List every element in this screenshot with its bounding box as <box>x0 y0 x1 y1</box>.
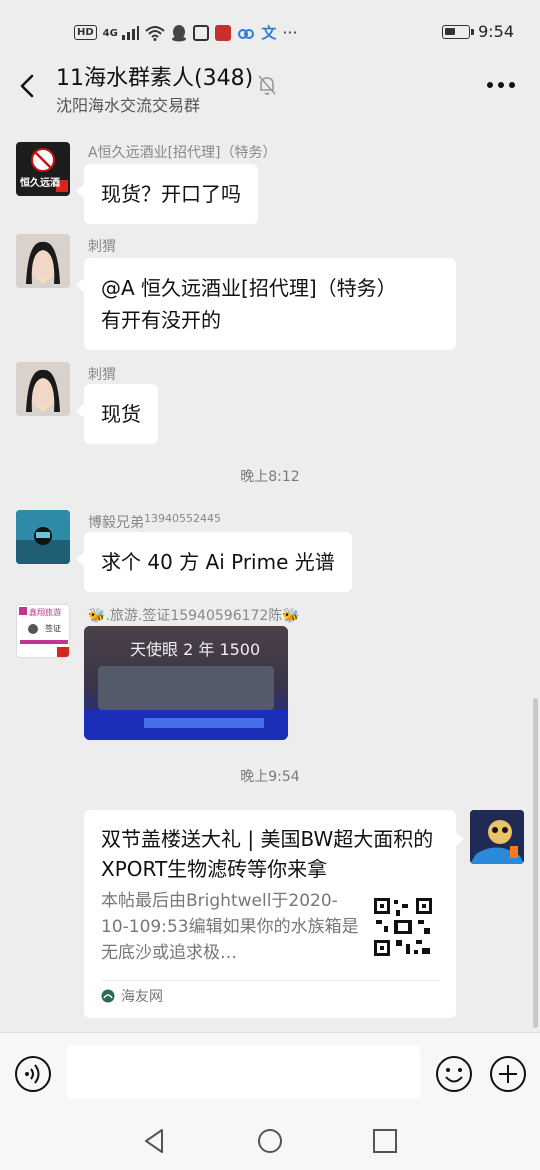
network-type: 4G <box>102 27 118 39</box>
message-line: @A 恒久远酒业[招代理]（特务） <box>101 276 397 300</box>
chat-header: 11海水群素人(348) 沈阳海水交流交易群 <box>0 58 540 118</box>
bee-icon: 🐝 <box>282 608 300 624</box>
qq-icon <box>172 24 187 41</box>
plus-icon[interactable] <box>489 1055 527 1093</box>
sender-name: A恒久远酒业[招代理]（特务） <box>88 145 277 161</box>
message-bubble[interactable]: 现货？开口了吗 <box>76 164 258 224</box>
avatar[interactable] <box>16 510 70 564</box>
message-bubble[interactable]: 求个 40 方 Ai Prime 光谱 <box>76 532 352 592</box>
chat-scrollbar[interactable] <box>533 698 538 1028</box>
sender-name: 刺猬 <box>88 239 116 255</box>
avatar-text: 恒久远酒 <box>20 178 60 189</box>
mute-bell-icon <box>258 75 276 95</box>
message-line: 有开有没开的 <box>101 308 221 332</box>
signal-icon: 4G <box>102 25 140 40</box>
sender-name: 博毅兄弟13940552445 <box>88 512 221 532</box>
nav-home-icon[interactable] <box>255 1126 285 1156</box>
cloud-sync-icon <box>238 28 255 39</box>
card-source: 海友网 <box>101 986 163 1006</box>
input-bar <box>0 1032 540 1114</box>
timestamp: 晚上8:12 <box>240 469 300 485</box>
clock: 9:54 <box>478 22 514 41</box>
image-caption: 天使眼 2 年 1500 <box>130 640 261 659</box>
chat-title: 11海水群素人(348) <box>56 66 254 91</box>
card-description: 本帖最后由Brightwell于2020-10-109:53编辑如果你的水族箱是… <box>101 891 359 963</box>
wifi-icon <box>145 25 165 41</box>
link-card[interactable]: 双节盖楼送大礼 | 美国BW超大面积的XPORT生物滤砖等你来拿 本帖最后由Br… <box>84 810 464 1018</box>
sender-name: 刺猬 <box>88 367 116 383</box>
more-icon[interactable] <box>486 80 516 90</box>
qr-code-icon <box>372 896 434 958</box>
card-source-name: 海友网 <box>121 989 163 1005</box>
nav-recent-icon[interactable] <box>370 1126 400 1156</box>
emoji-icon[interactable] <box>435 1055 473 1093</box>
battery-icon <box>442 24 475 39</box>
translate-icon: 文 <box>261 24 277 42</box>
message-image[interactable]: 天使眼 2 年 1500 <box>84 626 288 740</box>
avatar-photo <box>16 234 70 288</box>
status-bar: HD 4G 文 ··· 9:54 <box>0 0 540 62</box>
avatar[interactable] <box>16 234 70 288</box>
avatar[interactable]: 鑫翔旅游 签证 <box>16 604 70 658</box>
voice-icon[interactable] <box>14 1055 52 1093</box>
my-avatar[interactable] <box>470 810 524 864</box>
avatar-photo <box>16 362 70 416</box>
avatar[interactable]: 恒久远酒 <box>16 142 70 196</box>
back-arrow-icon[interactable] <box>14 72 42 100</box>
more-notifications-icon: ··· <box>282 23 298 42</box>
timestamp: 晚上9:54 <box>240 769 300 785</box>
message-bubble[interactable]: @A 恒久远酒业[招代理]（特务） 有开有没开的 <box>76 258 456 350</box>
source-logo-icon <box>101 989 115 1003</box>
message-input[interactable] <box>66 1045 420 1099</box>
app-notification-icon <box>193 24 210 41</box>
chat-area: 恒久远酒 A恒久远酒业[招代理]（特务） 现货？开口了吗 刺猬 @A 恒久远酒业… <box>0 118 540 1032</box>
message-bubble[interactable]: 现货 <box>76 384 158 444</box>
avatar-photo <box>470 810 524 864</box>
app-red-icon <box>215 24 232 41</box>
battery-level <box>445 27 455 35</box>
status-right: 9:54 <box>442 22 514 41</box>
sender-name-text: 博毅兄弟 <box>88 515 144 531</box>
sender-name-text: .旅游.签证15940596172陈 <box>105 608 283 624</box>
sender-name: 🐝.旅游.签证15940596172陈🐝 <box>88 605 300 625</box>
avatar-photo <box>16 510 70 564</box>
card-divider <box>101 980 439 981</box>
nav-back-icon[interactable] <box>140 1126 170 1156</box>
sender-name-suffix: 13940552445 <box>144 512 221 525</box>
avatar[interactable] <box>16 362 70 416</box>
system-nav-bar <box>0 1114 540 1170</box>
card-title: 双节盖楼送大礼 | 美国BW超大面积的XPORT生物滤砖等你来拿 <box>101 827 434 881</box>
bee-icon: 🐝 <box>88 608 106 624</box>
status-left: HD 4G 文 ··· <box>74 22 298 43</box>
chat-subtitle: 沈阳海水交流交易群 <box>56 96 201 115</box>
hd-indicator: HD <box>74 25 97 40</box>
avatar-photo <box>19 607 69 657</box>
